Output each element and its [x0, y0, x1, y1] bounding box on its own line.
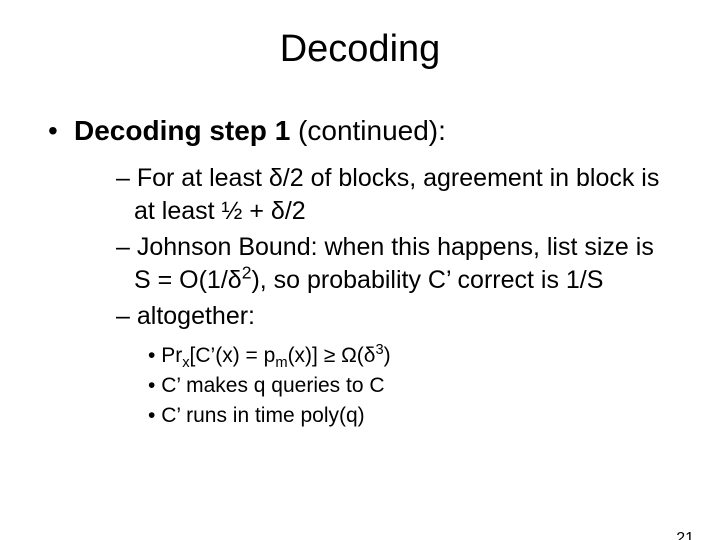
subpoint-runtime: • C’ runs in time poly(q): [148, 401, 670, 431]
subbullet-icon: •: [148, 374, 155, 397]
subpoint-queries: • C’ makes q queries to C: [148, 371, 670, 401]
text: Pr: [161, 344, 182, 367]
text: (: [357, 344, 364, 367]
point-johnson-bound: – Johnson Bound: when this happens, list…: [116, 231, 670, 296]
dash-icon: –: [116, 302, 130, 330]
omega-symbol: Ω: [341, 344, 357, 367]
page-number: 21: [676, 530, 694, 540]
text: (x)] ≥: [288, 344, 342, 367]
text: ): [384, 344, 391, 367]
slide-title: Decoding: [0, 28, 720, 71]
heading-bold: Decoding step 1: [74, 115, 290, 146]
point-agreement: – For at least δ/2 of blocks, agreement …: [116, 162, 670, 227]
text: For at least: [137, 164, 269, 192]
delta-symbol: δ: [271, 197, 285, 225]
heading-rest: (continued):: [290, 115, 446, 146]
text: altogether:: [137, 302, 255, 330]
heading-line: •Decoding step 1 (continued):: [48, 113, 680, 148]
exponent: 2: [242, 262, 252, 282]
level3-group: • Prx[C’(x) = pm(x)] ≥ Ω(δ3) • C’ makes …: [116, 341, 670, 432]
text: C’ makes q queries to C: [161, 374, 384, 397]
dash-icon: –: [116, 164, 130, 192]
subscript: m: [275, 355, 287, 371]
subpoint-probability: • Prx[C’(x) = pm(x)] ≥ Ω(δ3): [148, 341, 670, 371]
text: /2: [285, 197, 306, 225]
subbullet-icon: •: [148, 344, 155, 367]
slide: Decoding •Decoding step 1 (continued): –…: [0, 28, 720, 540]
text: ), so probability C’ correct is 1/S: [251, 266, 603, 294]
delta-symbol: δ: [364, 344, 376, 367]
subscript: x: [182, 355, 189, 371]
subbullet-icon: •: [148, 404, 155, 427]
dash-icon: –: [116, 233, 130, 261]
bullet-dot-icon: •: [48, 113, 74, 148]
exponent: 3: [375, 342, 383, 358]
text: [C’(x) = p: [190, 344, 276, 367]
point-altogether: – altogether:: [116, 300, 670, 333]
slide-body: •Decoding step 1 (continued): – For at l…: [0, 113, 720, 432]
text: C’ runs in time poly(q): [161, 404, 364, 427]
level2-group: – For at least δ/2 of blocks, agreement …: [48, 162, 680, 432]
delta-symbol: δ: [228, 266, 242, 294]
delta-symbol: δ: [269, 164, 283, 192]
